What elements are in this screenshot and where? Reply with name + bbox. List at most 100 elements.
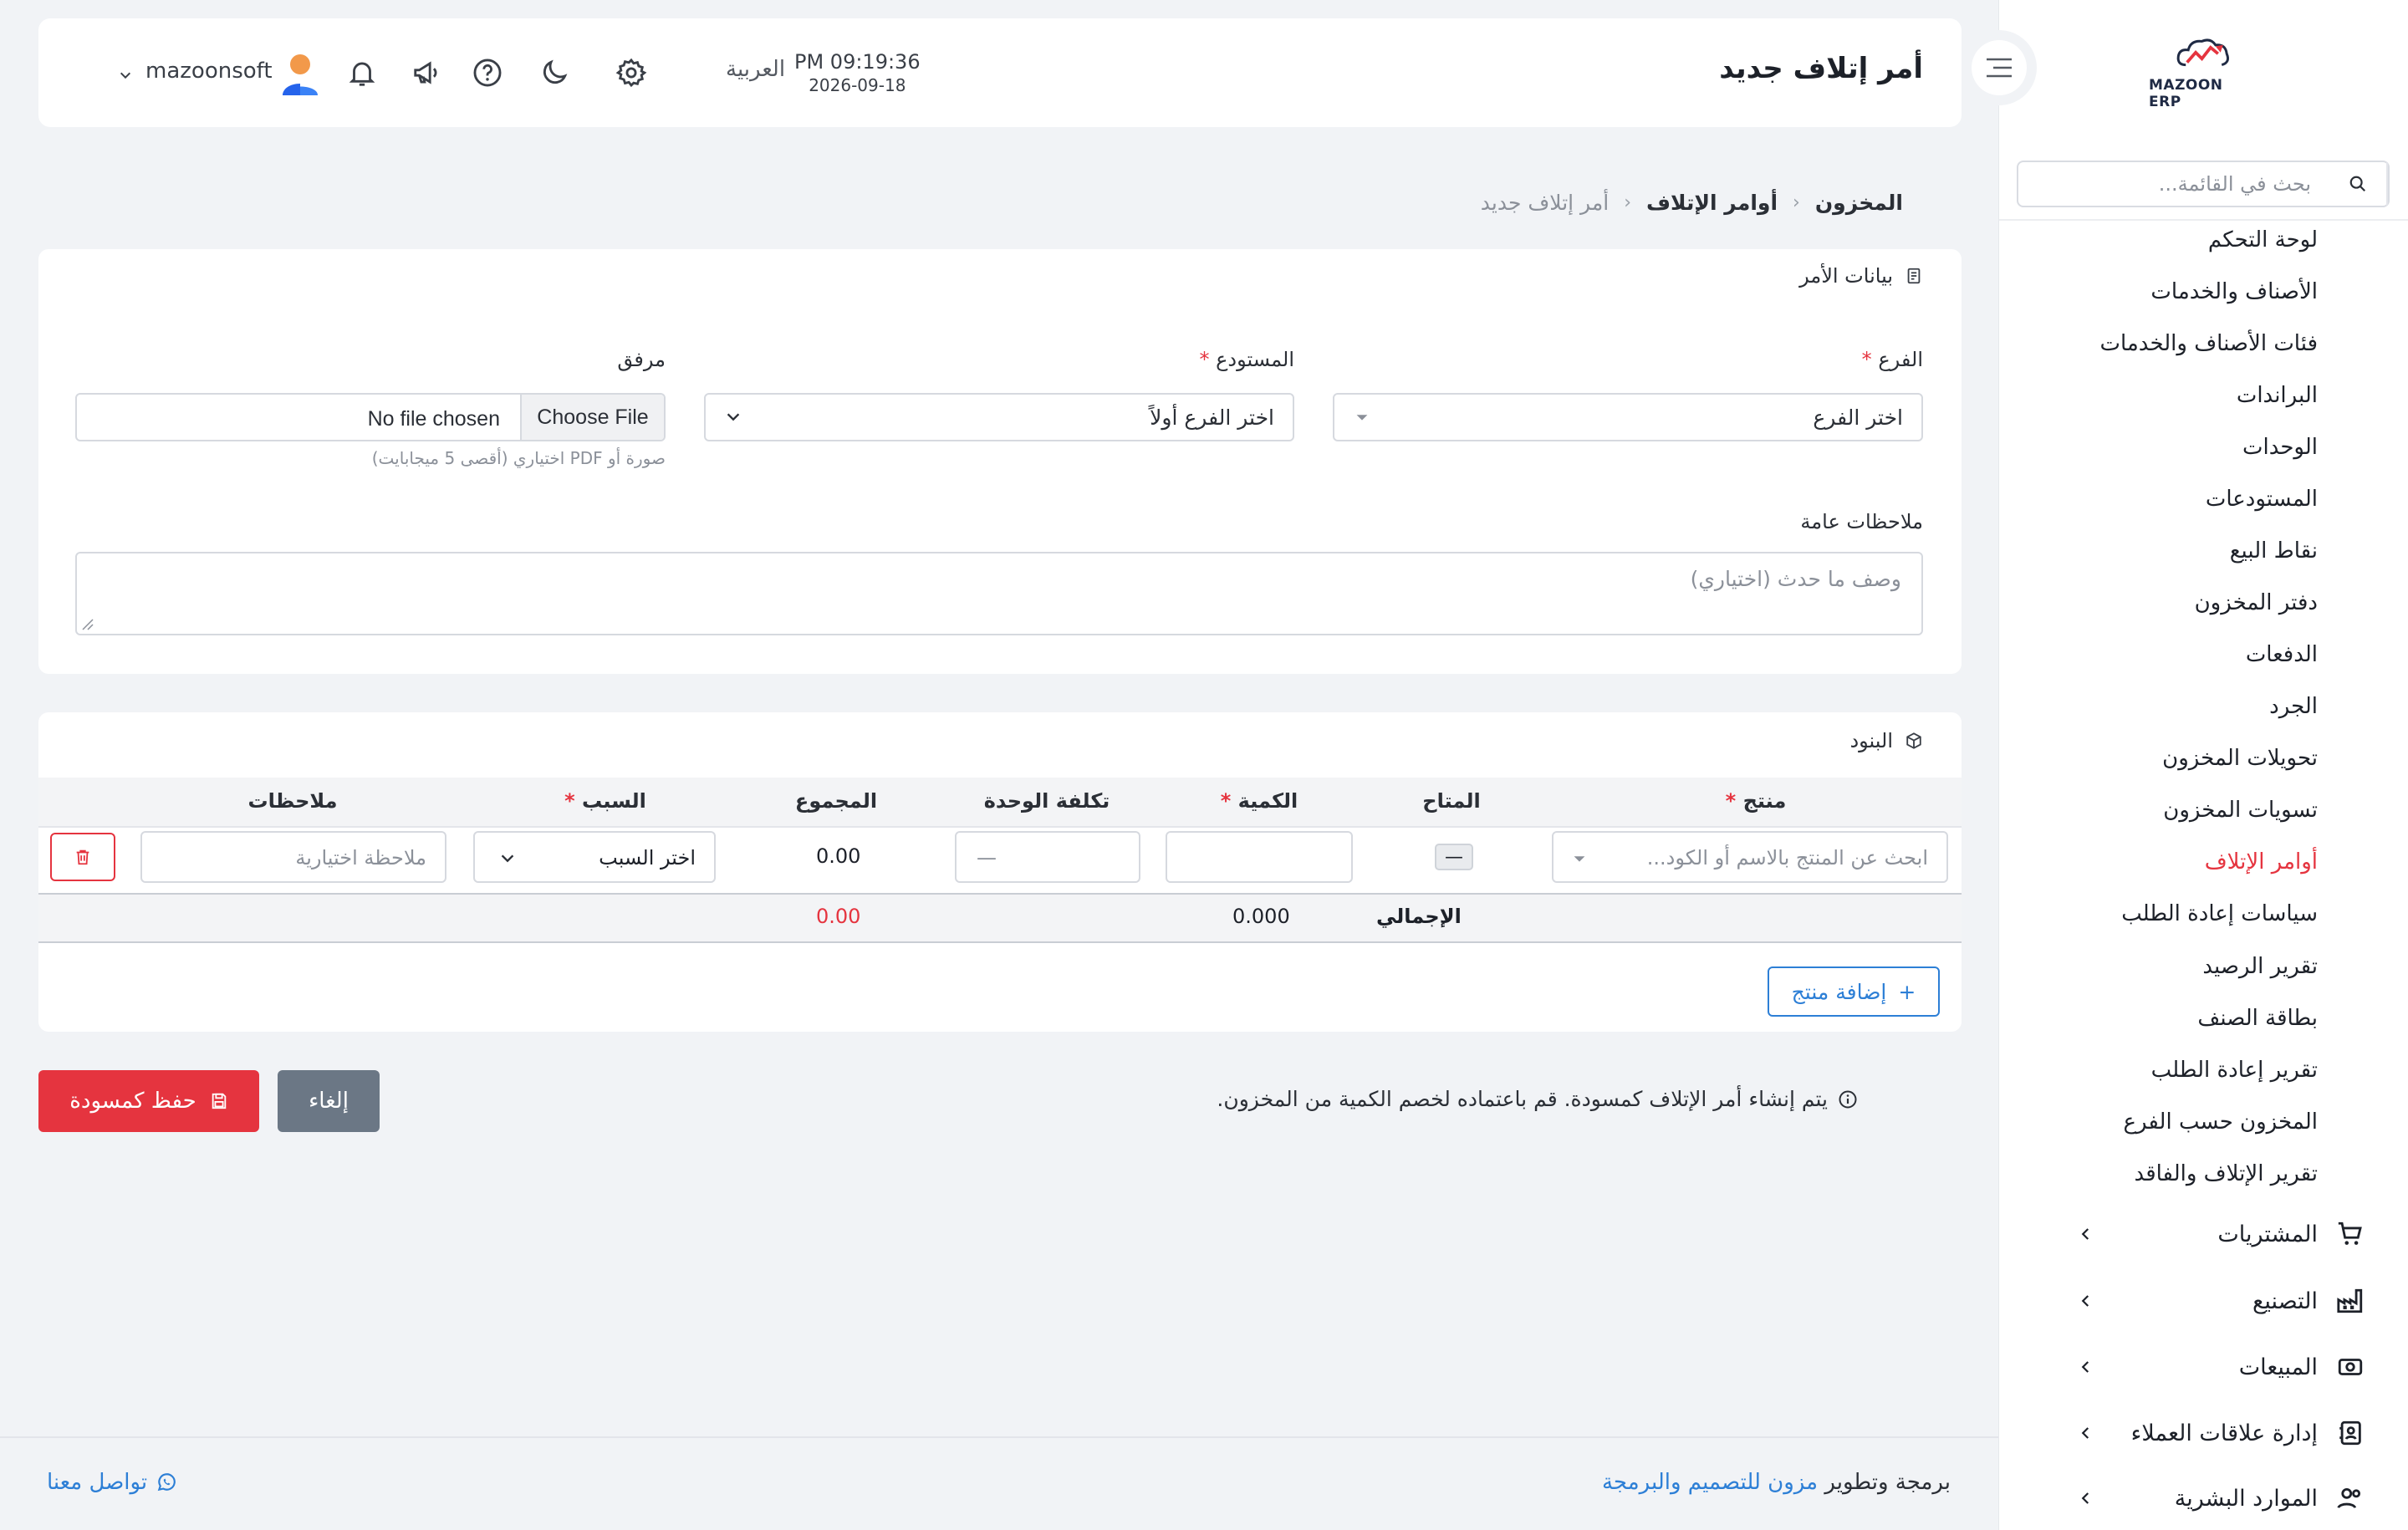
caret-down-icon	[1353, 408, 1371, 426]
sidebar-search-input[interactable]	[2018, 162, 2329, 206]
sidebar-item-warehouses[interactable]: المستودعات	[2206, 487, 2318, 512]
general-notes-textarea[interactable]: وصف ما حدث (اختياري)	[75, 552, 1923, 635]
reason-select[interactable]: اختر السبب	[473, 831, 716, 883]
sidebar-group-label: الموارد البشرية	[2174, 1485, 2318, 1512]
chevron-left-icon	[2079, 1293, 2094, 1308]
breadcrumb-separator: ‹	[1793, 192, 1800, 213]
bell-icon[interactable]	[344, 55, 380, 90]
column-header-reason: السبب *	[564, 789, 646, 813]
product-search-input[interactable]: ابحث عن المنتج بالاسم أو الكود...	[1552, 831, 1948, 883]
help-icon[interactable]	[470, 55, 505, 90]
avatar[interactable]	[279, 52, 321, 97]
footer-credit-link[interactable]: مزون للتصميم والبرمجة	[1602, 1470, 1818, 1495]
available-badge: —	[1435, 844, 1473, 870]
column-header-product-text: منتج	[1742, 789, 1787, 813]
sidebar-item-dashboard[interactable]: لوحة التحكم	[2208, 227, 2318, 252]
page-title: أمر إتلاف جديد	[1719, 52, 1923, 85]
sidebar-item-stocktake[interactable]: الجرد	[2269, 694, 2318, 719]
product-search-placeholder: ابحث عن المنتج بالاسم أو الكود...	[1646, 846, 1928, 870]
search-icon[interactable]	[2329, 162, 2388, 206]
sidebar-group-sales[interactable]: المبيعات	[1999, 1342, 2408, 1392]
sidebar-item-reorder-report[interactable]: تقرير إعادة الطلب	[2151, 1058, 2318, 1083]
menu-toggle-button[interactable]	[1962, 30, 2037, 105]
sidebar-item-units[interactable]: الوحدات	[2242, 435, 2318, 460]
clock: PM 09:19:36 2026-09-18	[794, 52, 921, 94]
totals-quantity: 0.000	[1232, 905, 1290, 928]
sidebar-search	[2017, 161, 2390, 207]
receipt-icon	[1907, 268, 1921, 284]
sidebar-group-manufacturing[interactable]: التصنيع	[1999, 1276, 2408, 1326]
sidebar-item-items-services[interactable]: الأصناف والخدمات	[2150, 279, 2318, 304]
row-total: 0.00	[816, 844, 861, 868]
required-marker: *	[564, 789, 575, 813]
chevron-left-icon	[2079, 1491, 2094, 1506]
column-header-available: المتاح	[1422, 789, 1481, 813]
breadcrumb-section[interactable]: أوامر الإتلاف	[1646, 191, 1778, 215]
warehouse-select[interactable]: اختر الفرع أولاً	[704, 393, 1294, 441]
warehouse-select-value: اختر الفرع أولاً	[1150, 405, 1274, 430]
clock-date: 2026-09-18	[809, 75, 906, 95]
whatsapp-icon	[157, 1473, 176, 1492]
contact-us-link[interactable]: تواصل معنا	[47, 1470, 177, 1495]
items-card-title-text: البنود	[1849, 729, 1893, 752]
row-notes-input[interactable]: ملاحظة اختيارية	[140, 831, 446, 883]
delete-row-button[interactable]	[50, 833, 115, 881]
dark-mode-icon[interactable]	[537, 55, 572, 90]
sidebar-item-transfers[interactable]: تحويلات المخزون	[2162, 746, 2318, 771]
cancel-button[interactable]: إلغاء	[278, 1070, 380, 1132]
save-draft-button[interactable]: حفظ كمسودة	[38, 1070, 259, 1132]
draft-info-text: يتم إنشاء أمر الإتلاف كمسودة. قم باعتماد…	[1217, 1087, 1828, 1111]
sidebar-item-reorder-policies[interactable]: سياسات إعادة الطلب	[2121, 901, 2318, 926]
sidebar-group-crm[interactable]: إدارة علاقات العملاء	[1999, 1408, 2408, 1458]
breadcrumb-separator: ‹	[1624, 192, 1631, 213]
general-notes-placeholder: وصف ما حدث (اختياري)	[1690, 567, 1901, 591]
order-details-card: بيانات الأمر الفرع * اختر الفرع المستودع…	[38, 249, 1962, 674]
footer-divider	[0, 1436, 1998, 1438]
reason-select-value: اختر السبب	[599, 846, 696, 870]
add-product-button[interactable]: + إضافة منتج	[1768, 966, 1940, 1017]
choose-file-button[interactable]: Choose File	[520, 395, 664, 440]
sidebar-item-categories[interactable]: فئات الأصناف والخدمات	[2099, 331, 2318, 356]
sidebar-item-pos[interactable]: نقاط البيع	[2230, 538, 2318, 564]
contact-us-label: تواصل معنا	[47, 1470, 148, 1495]
footer-credit: برمجة وتطوير مزون للتصميم والبرمجة	[1602, 1470, 1951, 1495]
resize-handle-icon[interactable]	[80, 617, 94, 630]
sidebar-item-damage-report[interactable]: تقرير الإتلاف والفاقد	[2135, 1161, 2318, 1186]
branch-label: الفرع *	[1862, 348, 1923, 371]
branch-select-value: اختر الفرع	[1813, 405, 1903, 430]
sidebar-item-brands[interactable]: البراندات	[2237, 383, 2318, 408]
sidebar-item-stock-by-branch[interactable]: المخزون حسب الفرع	[2124, 1109, 2318, 1135]
quantity-input[interactable]	[1166, 831, 1353, 883]
column-header-quantity: الكمية *	[1221, 789, 1298, 813]
breadcrumb-root[interactable]: المخزون	[1815, 191, 1903, 215]
breadcrumb-current: أمر إتلاف جديد	[1480, 191, 1610, 215]
attachment-label: مرفق	[617, 348, 666, 371]
row-notes-placeholder: ملاحظة اختيارية	[295, 846, 426, 870]
branch-select[interactable]: اختر الفرع	[1333, 393, 1923, 441]
sidebar-item-stock-ledger[interactable]: دفتر المخزون	[2195, 590, 2318, 615]
required-marker: *	[1861, 348, 1872, 371]
sidebar-divider	[1999, 219, 2408, 221]
sidebar-item-damage-orders[interactable]: أوامر الإتلاف	[2205, 849, 2318, 875]
sidebar-item-batches[interactable]: الدفعات	[2246, 642, 2318, 667]
unit-cost-input[interactable]: —	[955, 831, 1140, 883]
megaphone-icon[interactable]	[410, 55, 445, 90]
sidebar-group-purchases[interactable]: المشتريات	[1999, 1209, 2408, 1259]
branch-label-text: الفرع	[1878, 348, 1923, 371]
plus-icon: +	[1898, 979, 1916, 1004]
chevron-left-icon	[2079, 1359, 2094, 1374]
sidebar-group-hr[interactable]: الموارد البشرية	[1999, 1473, 2408, 1523]
sidebar-item-balance-report[interactable]: تقرير الرصيد	[2202, 954, 2318, 979]
username[interactable]: mazoonsoft	[145, 59, 273, 84]
warehouse-label: المستودع *	[1199, 348, 1294, 371]
column-header-reason-text: السبب	[582, 789, 646, 813]
gear-icon[interactable]	[614, 55, 649, 90]
caret-down-icon	[1574, 856, 1585, 862]
app-logo[interactable]: MAZOON ERP	[2149, 35, 2258, 110]
sidebar-item-adjustments[interactable]: تسويات المخزون	[2163, 798, 2318, 823]
sidebar-item-item-card[interactable]: بطاقة الصنف	[2197, 1006, 2318, 1031]
language-switch[interactable]: العربية	[726, 57, 785, 82]
breadcrumb: المخزون ‹ أوامر الإتلاف ‹ أمر إتلاف جديد	[1481, 191, 1903, 215]
chevron-down-icon[interactable]	[119, 69, 132, 82]
attachment-file-input[interactable]: Choose File No file chosen	[75, 393, 666, 441]
